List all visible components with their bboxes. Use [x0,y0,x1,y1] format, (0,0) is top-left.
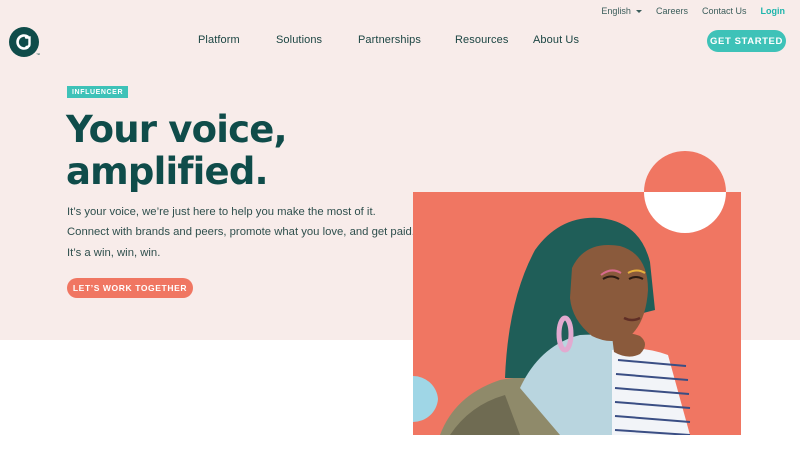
nav-platform[interactable]: Platform [198,34,240,46]
careers-link[interactable]: Careers [656,6,688,16]
hero-body-line-3: It’s a win, win, win. [67,247,161,259]
language-selector[interactable]: English [601,6,642,16]
trademark-mark: ™ [36,52,40,57]
jacket [440,376,600,435]
headline-line-1: Your voice, [66,108,288,151]
sky-half-circle [413,376,429,422]
work-together-button[interactable]: LET’S WORK TOGETHER [67,278,193,298]
login-link[interactable]: Login [761,6,786,16]
nav-resources[interactable]: Resources [455,34,508,46]
category-badge: INFLUENCER [67,86,129,98]
hero-body-line-2: Connect with brands and peers, promote w… [67,226,415,238]
utility-bar: English Careers Contact Us Login [601,6,785,16]
nav-solutions[interactable]: Solutions [276,34,322,46]
sky-circle [413,375,438,423]
caret-down-icon [635,10,642,13]
main-nav: Platform Solutions Partnerships Resource… [0,34,800,48]
hero-body-line-1: It’s your voice, we’re just here to help… [67,206,376,218]
nav-about-us[interactable]: About Us [533,34,579,46]
striped-sleeve [612,348,691,435]
page-title: Your voice, amplified. [66,109,406,193]
get-started-button[interactable]: GET STARTED [707,30,786,52]
contact-link[interactable]: Contact Us [702,6,747,16]
headline-line-2: amplified. [66,150,269,193]
language-label: English [601,6,631,16]
nav-partnerships[interactable]: Partnerships [358,34,421,46]
sweater [520,334,660,435]
